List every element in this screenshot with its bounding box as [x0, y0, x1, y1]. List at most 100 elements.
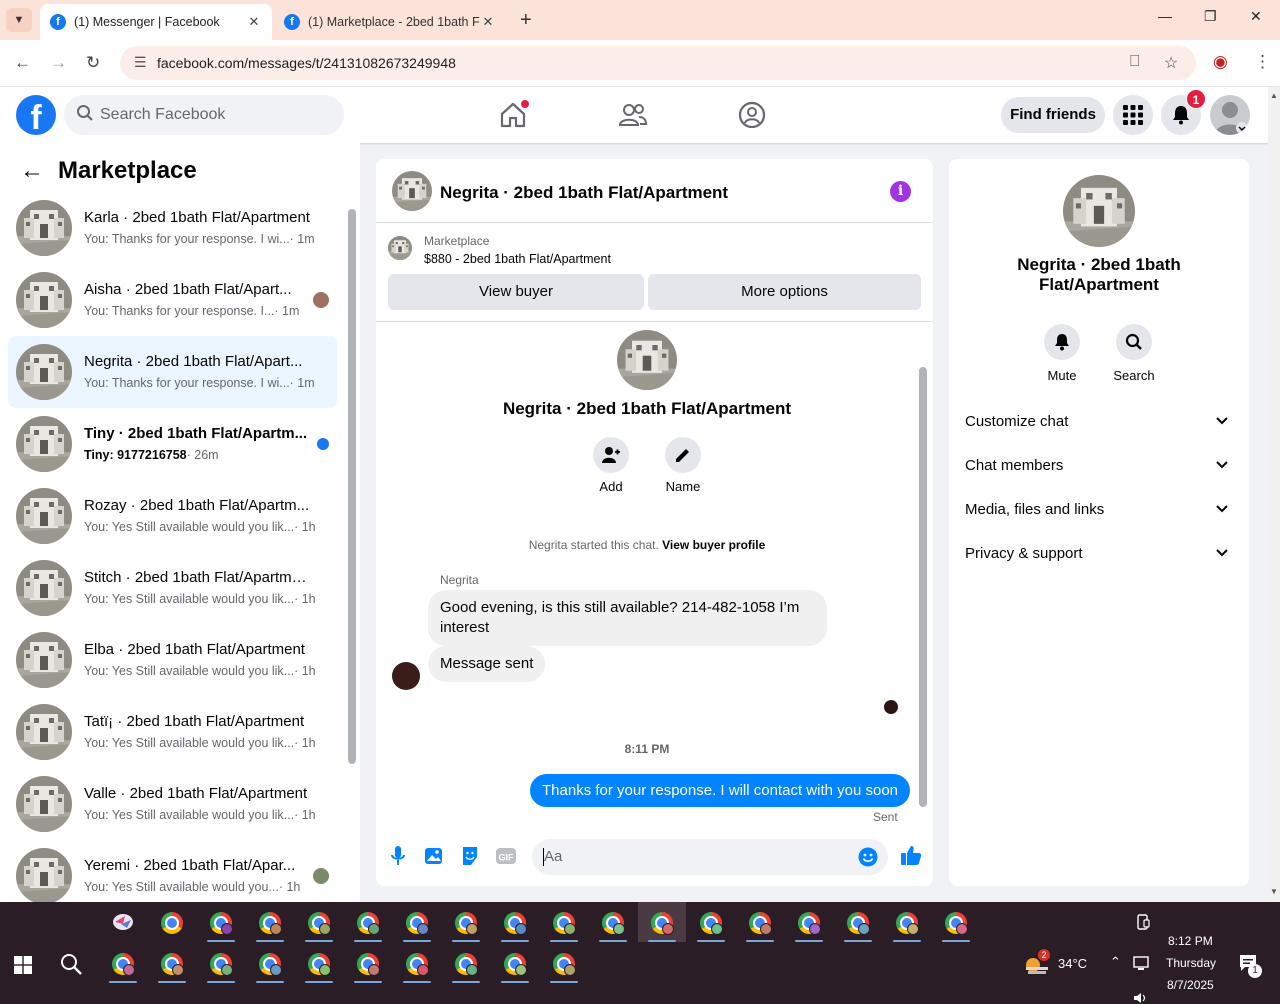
minimize-window-icon[interactable]: — — [1158, 8, 1172, 24]
taskbar-app-chrome-profile[interactable] — [103, 945, 143, 983]
taskbar-app-chrome-profile[interactable] — [201, 904, 241, 942]
close-tab-icon[interactable]: ✕ — [246, 14, 262, 30]
conversation-item-selected[interactable]: Negrita · 2bed 1bath Flat/Apart... You: … — [8, 336, 337, 408]
conversation-list-scrollbar[interactable] — [348, 209, 356, 764]
taskbar-app-chrome-profile[interactable] — [446, 945, 486, 983]
facebook-logo[interactable]: f — [16, 95, 56, 135]
gif-icon[interactable]: GIF — [496, 846, 518, 866]
address-bar[interactable]: ☰ facebook.com/messages/t/24131082673249… — [120, 46, 1196, 80]
taskbar-app-chrome-profile[interactable] — [691, 904, 731, 942]
emoji-icon[interactable] — [858, 847, 878, 867]
view-buyer-profile-link[interactable]: View buyer profile — [662, 538, 765, 552]
profile-icon[interactable]: ◉ — [1213, 52, 1228, 72]
search-action[interactable]: Search — [1104, 324, 1164, 383]
taskbar-app-chrome-profile[interactable] — [250, 904, 290, 942]
listing-thumbnail[interactable] — [392, 171, 432, 211]
taskbar-app-chrome-profile[interactable] — [348, 945, 388, 983]
back-arrow-icon[interactable]: ← — [14, 53, 31, 73]
thumbs-up-icon[interactable] — [900, 844, 922, 866]
friends-icon[interactable] — [617, 99, 649, 131]
taskbar-app-chrome-profile[interactable] — [250, 945, 290, 983]
sender-avatar[interactable] — [392, 662, 420, 690]
taskbar-app-chrome-profile[interactable] — [838, 904, 878, 942]
browser-tab-messenger[interactable]: f (1) Messenger | Facebook ✕ — [40, 4, 272, 40]
photo-icon[interactable] — [424, 846, 444, 866]
view-buyer-button[interactable]: View buyer — [388, 274, 644, 310]
bookmark-star-icon[interactable]: ☆ — [1164, 53, 1178, 73]
customize-chat-section[interactable]: Customize chat — [965, 413, 1235, 437]
taskbar-app-chrome-profile[interactable] — [152, 945, 192, 983]
tab-search-menu-button[interactable]: ▼ — [6, 8, 32, 32]
forward-arrow-icon[interactable]: → — [50, 53, 67, 73]
add-people-action[interactable]: Add — [581, 437, 641, 494]
conversation-item[interactable]: Stitch · 2bed 1bath Flat/Apartme... You:… — [8, 552, 337, 624]
show-hidden-icons-chevron-icon[interactable]: ⌃ — [1110, 954, 1121, 970]
close-tab-icon[interactable]: ✕ — [480, 14, 496, 30]
taskbar-app-chrome-profile[interactable] — [446, 904, 486, 942]
menu-grid-button[interactable] — [1113, 95, 1153, 135]
close-window-icon[interactable]: ✕ — [1250, 8, 1262, 25]
taskbar-app-chrome-profile[interactable] — [397, 904, 437, 942]
groups-icon[interactable] — [736, 99, 768, 131]
chat-title[interactable]: Negrita · 2bed 1bath Flat/Apartment — [440, 183, 728, 203]
taskbar-app-bird[interactable] — [103, 904, 143, 942]
reload-icon[interactable]: ↻ — [86, 53, 100, 73]
account-avatar-button[interactable] — [1210, 95, 1250, 135]
media-files-links-section[interactable]: Media, files and links — [965, 501, 1235, 525]
taskbar-app-chrome-profile[interactable] — [789, 904, 829, 942]
network-icon[interactable] — [1133, 956, 1151, 972]
site-settings-icon[interactable]: ☰ — [134, 54, 147, 71]
taskbar-app-chrome[interactable] — [152, 904, 192, 942]
incoming-message-bubble[interactable]: Message sent — [428, 646, 546, 682]
more-options-button[interactable]: More options — [648, 274, 921, 310]
taskbar-app-chrome-profile[interactable] — [544, 945, 584, 983]
phone-link-icon[interactable] — [1136, 914, 1150, 930]
conversation-item[interactable]: Elba · 2bed 1bath Flat/Apartment You: Ye… — [8, 624, 337, 696]
taskbar-app-chrome-profile[interactable] — [887, 904, 927, 942]
restore-window-icon[interactable]: ❐ — [1204, 8, 1217, 25]
conversation-item[interactable]: Yeremi · 2bed 1bath Flat/Apar... You: Ye… — [8, 840, 337, 902]
conversation-item[interactable]: Karla · 2bed 1bath Flat/Apartment You: T… — [8, 192, 337, 264]
volume-icon[interactable] — [1133, 992, 1149, 1004]
taskbar-app-chrome-profile[interactable] — [936, 904, 976, 942]
taskbar-app-chrome-active[interactable] — [638, 902, 686, 942]
edit-name-action[interactable]: Name — [653, 437, 713, 494]
incoming-message-bubble[interactable]: Good evening, is this still available? 2… — [428, 590, 827, 646]
scroll-up-arrow-icon[interactable]: ▲ — [1270, 91, 1278, 100]
conversation-item[interactable]: Valle · 2bed 1bath Flat/Apartment You: Y… — [8, 768, 337, 840]
conversation-item-unread[interactable]: Tiny · 2bed 1bath Flat/Apartm... Tiny: 9… — [8, 408, 337, 480]
taskbar-search-icon[interactable] — [60, 953, 82, 975]
weather-widget[interactable]: 2 34°C — [1024, 949, 1087, 980]
mute-action[interactable]: Mute — [1032, 324, 1092, 383]
microphone-icon[interactable] — [390, 846, 406, 866]
sticker-icon[interactable] — [460, 846, 480, 866]
scroll-down-arrow-icon[interactable]: ▼ — [1270, 887, 1278, 896]
taskbar-app-chrome-profile[interactable] — [740, 904, 780, 942]
taskbar-app-chrome-profile[interactable] — [397, 945, 437, 983]
outgoing-message-bubble[interactable]: Thanks for your response. I will contact… — [530, 774, 911, 807]
conversation-item[interactable]: Tatï¡ · 2bed 1bath Flat/Apartment You: Y… — [8, 696, 337, 768]
browser-menu-icon[interactable]: ⋮ — [1254, 52, 1271, 72]
message-input[interactable]: Aa — [532, 839, 888, 875]
taskbar-app-chrome-profile[interactable] — [201, 945, 241, 983]
install-app-icon[interactable]: ⎕ — [1130, 53, 1140, 71]
taskbar-app-chrome-profile[interactable] — [544, 904, 584, 942]
page-scrollbar[interactable]: ▲ ▼ — [1268, 87, 1280, 902]
back-arrow-icon[interactable]: ← — [20, 157, 44, 185]
browser-tab-marketplace[interactable]: f (1) Marketplace - 2bed 1bath Fl ✕ — [274, 4, 506, 40]
taskbar-app-chrome-profile[interactable] — [348, 904, 388, 942]
listing-price-title[interactable]: $880 - 2bed 1bath Flat/Apartment — [424, 252, 611, 266]
thread-scrollbar[interactable] — [919, 367, 927, 807]
taskbar-app-chrome-profile[interactable] — [299, 945, 339, 983]
taskbar-app-chrome-profile[interactable] — [495, 904, 535, 942]
windows-start-icon[interactable] — [14, 956, 32, 974]
chat-members-section[interactable]: Chat members — [965, 457, 1235, 481]
conversation-info-icon[interactable]: i — [890, 181, 911, 202]
facebook-search-input[interactable]: Search Facebook — [64, 95, 344, 135]
taskbar-app-chrome-profile[interactable] — [495, 945, 535, 983]
conversation-item[interactable]: Aisha · 2bed 1bath Flat/Apart... You: Th… — [8, 264, 337, 336]
conversation-item[interactable]: Rozay · 2bed 1bath Flat/Apartm... You: Y… — [8, 480, 337, 552]
taskbar-app-chrome-profile[interactable] — [299, 904, 339, 942]
taskbar-app-chrome-profile[interactable] — [593, 904, 633, 942]
privacy-support-section[interactable]: Privacy & support — [965, 545, 1235, 569]
